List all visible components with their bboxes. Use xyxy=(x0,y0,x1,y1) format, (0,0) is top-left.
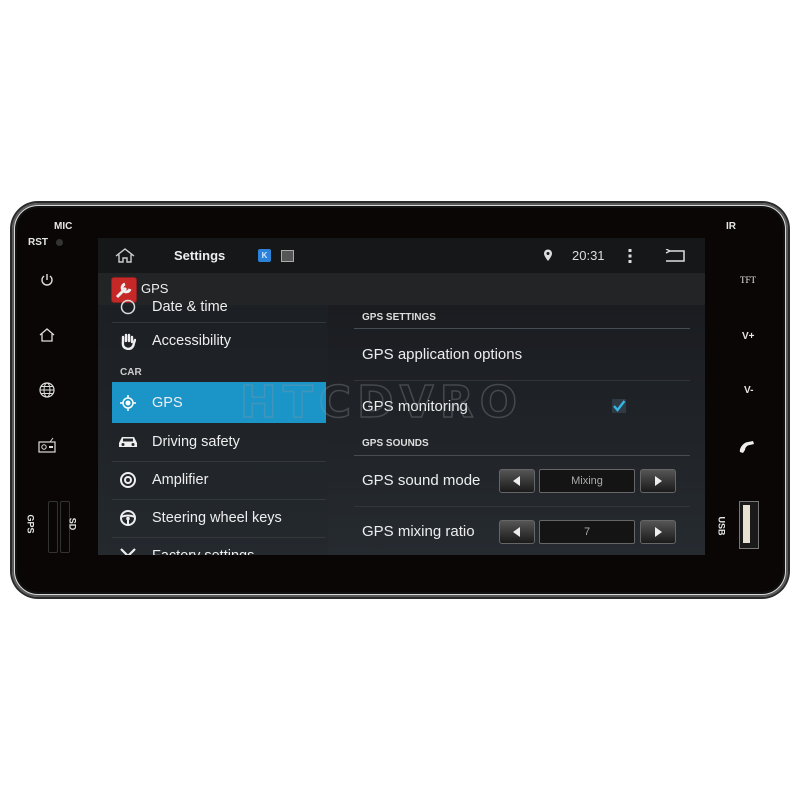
gps-target-icon xyxy=(116,394,140,412)
rst-label: RST xyxy=(28,237,48,248)
arrow-left-icon xyxy=(513,527,520,537)
mixing-ratio-prev-button[interactable] xyxy=(499,520,535,544)
mixing-ratio-value: 7 xyxy=(539,520,635,544)
phone-hw-button[interactable] xyxy=(736,436,758,458)
mic-label: MIC xyxy=(54,221,73,232)
sound-mode-value: Mixing xyxy=(539,469,635,493)
list-item-label: Driving safety xyxy=(152,434,240,450)
list-item-amplifier[interactable]: Amplifier xyxy=(112,461,326,499)
category-header-car: CAR xyxy=(120,367,142,378)
notification-app-k[interactable]: K xyxy=(258,249,271,262)
radio-icon xyxy=(38,437,56,453)
page-title: Settings xyxy=(174,248,226,263)
gps-slot-label: GPS xyxy=(25,514,36,534)
phone-icon xyxy=(739,441,754,453)
gps-monitoring-checkbox[interactable] xyxy=(612,399,626,413)
action-bar: Settings K 20:31 xyxy=(98,238,705,273)
navigation-hw-button[interactable] xyxy=(36,379,58,401)
car-icon xyxy=(116,435,140,449)
gps-application-options-label: GPS application options xyxy=(362,346,523,363)
gps-monitoring-label: GPS monitoring xyxy=(362,398,468,415)
power-icon xyxy=(41,274,53,286)
list-item-label: Factory settings xyxy=(152,548,254,555)
section-header-gps-settings: GPS SETTINGS xyxy=(362,312,436,323)
gps-settings-panel: GPS SETTINGS GPS application options GPS… xyxy=(328,305,705,555)
sound-mode-prev-button[interactable] xyxy=(499,469,535,493)
location-status xyxy=(543,249,553,267)
list-item-label: Amplifier xyxy=(152,472,209,488)
list-item-date-time[interactable]: Date & time xyxy=(112,288,326,326)
gps-card-slot[interactable] xyxy=(48,501,58,553)
back-icon xyxy=(665,248,685,262)
gps-mixing-ratio-label: GPS mixing ratio xyxy=(362,523,475,540)
list-item-accessibility[interactable]: Accessibility xyxy=(112,322,326,360)
arrow-right-icon xyxy=(655,527,662,537)
arrow-right-icon xyxy=(655,476,662,486)
app-k-icon: K xyxy=(261,251,268,260)
list-item-steering-wheel-keys[interactable]: Steering wheel keys xyxy=(112,499,326,537)
tft-button[interactable]: TFT xyxy=(740,275,756,285)
back-button[interactable] xyxy=(664,248,686,268)
sd-slot-label: SD xyxy=(67,517,78,531)
gps-mixing-ratio-row: GPS mixing ratio 7 xyxy=(354,507,690,555)
location-pin-icon xyxy=(544,249,552,261)
hand-icon xyxy=(116,333,140,350)
tools-icon xyxy=(116,547,140,555)
ir-label: IR xyxy=(726,221,736,232)
overflow-menu-button[interactable] xyxy=(627,248,633,264)
section-header-gps-sounds: GPS SOUNDS xyxy=(362,438,429,449)
gps-application-options-row[interactable]: GPS application options xyxy=(354,329,690,380)
arrow-left-icon xyxy=(513,476,520,486)
sound-mode-next-button[interactable] xyxy=(640,469,676,493)
list-item-driving-safety[interactable]: Driving safety xyxy=(112,423,326,461)
list-item-gps[interactable]: GPS xyxy=(112,382,326,423)
usb-port[interactable] xyxy=(739,501,759,549)
list-item-factory-settings[interactable]: Factory settings xyxy=(112,537,326,555)
list-item-label: GPS xyxy=(152,394,183,411)
home-button[interactable] xyxy=(115,248,135,268)
home-icon xyxy=(39,328,55,342)
checkmark-icon xyxy=(613,400,626,412)
home-icon xyxy=(115,248,135,263)
gps-monitoring-row[interactable]: GPS monitoring xyxy=(354,381,690,431)
image-icon xyxy=(281,250,294,262)
radio-hw-button[interactable] xyxy=(36,434,58,456)
list-item-label: Steering wheel keys xyxy=(152,510,282,526)
gps-sound-mode-label: GPS sound mode xyxy=(362,472,481,489)
amplifier-icon xyxy=(116,471,140,489)
status-time: 20:31 xyxy=(572,248,605,263)
list-item-label: Accessibility xyxy=(152,333,231,349)
settings-category-list: Date & time Accessibility CAR GPS Drivin… xyxy=(98,299,328,555)
usb-label: USB xyxy=(716,516,727,536)
mixing-ratio-next-button[interactable] xyxy=(640,520,676,544)
reset-hole[interactable] xyxy=(56,239,63,246)
clock-icon xyxy=(116,299,140,315)
globe-icon xyxy=(39,382,55,398)
android-screen: Settings K 20:31 GPS Date & time Accessi… xyxy=(98,238,705,555)
steering-wheel-icon xyxy=(116,509,140,527)
volume-up-button[interactable]: V+ xyxy=(742,331,755,342)
list-item-label: Date & time xyxy=(152,299,228,315)
overflow-menu-icon xyxy=(628,249,632,263)
power-button[interactable] xyxy=(36,269,58,291)
home-hw-button[interactable] xyxy=(36,324,58,346)
gps-sound-mode-row: GPS sound mode Mixing xyxy=(354,456,690,506)
volume-down-button[interactable]: V- xyxy=(744,385,753,396)
